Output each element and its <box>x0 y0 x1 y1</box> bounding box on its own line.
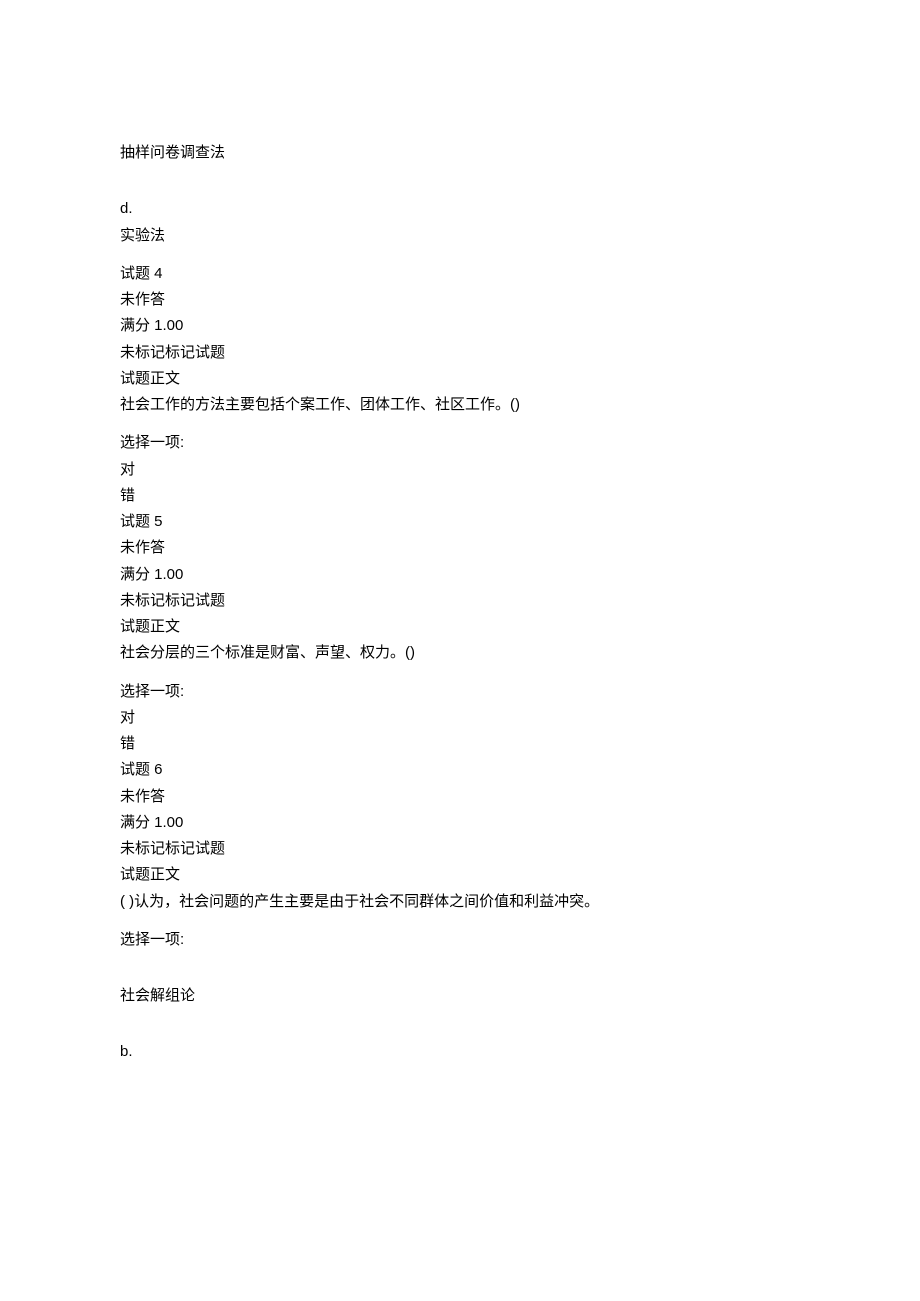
option-true[interactable]: 对 <box>120 457 800 483</box>
spacer <box>120 1009 800 1039</box>
question-flag: 未标记标记试题 <box>120 588 800 614</box>
question-score: 满分 1.00 <box>120 810 800 836</box>
spacer <box>120 249 800 261</box>
question-body-label: 试题正文 <box>120 862 800 888</box>
question-text: 社会分层的三个标准是财富、声望、权力。() <box>120 640 800 666</box>
choose-one-label: 选择一项: <box>120 430 800 456</box>
option-letter-d: d. <box>120 196 800 222</box>
option-text: 社会解组论 <box>120 983 800 1009</box>
question-flag: 未标记标记试题 <box>120 340 800 366</box>
question-status: 未作答 <box>120 287 800 313</box>
question-number: 试题 5 <box>120 509 800 535</box>
question-text: ( )认为，社会问题的产生主要是由于社会不同群体之间价值和利益冲突。 <box>120 889 800 915</box>
option-text: 实验法 <box>120 223 800 249</box>
question-score: 满分 1.00 <box>120 313 800 339</box>
question-text: 社会工作的方法主要包括个案工作、团体工作、社区工作。() <box>120 392 800 418</box>
spacer <box>120 667 800 679</box>
question-body-label: 试题正文 <box>120 366 800 392</box>
question-number: 试题 4 <box>120 261 800 287</box>
option-true[interactable]: 对 <box>120 705 800 731</box>
question-status: 未作答 <box>120 535 800 561</box>
spacer <box>120 915 800 927</box>
option-letter-b: b. <box>120 1039 800 1065</box>
option-false[interactable]: 错 <box>120 731 800 757</box>
question-body-label: 试题正文 <box>120 614 800 640</box>
choose-one-label: 选择一项: <box>120 927 800 953</box>
spacer <box>120 953 800 983</box>
question-status: 未作答 <box>120 784 800 810</box>
question-flag: 未标记标记试题 <box>120 836 800 862</box>
choose-one-label: 选择一项: <box>120 679 800 705</box>
spacer <box>120 166 800 196</box>
option-text: 抽样问卷调查法 <box>120 140 800 166</box>
question-score: 满分 1.00 <box>120 562 800 588</box>
spacer <box>120 418 800 430</box>
option-false[interactable]: 错 <box>120 483 800 509</box>
question-number: 试题 6 <box>120 757 800 783</box>
